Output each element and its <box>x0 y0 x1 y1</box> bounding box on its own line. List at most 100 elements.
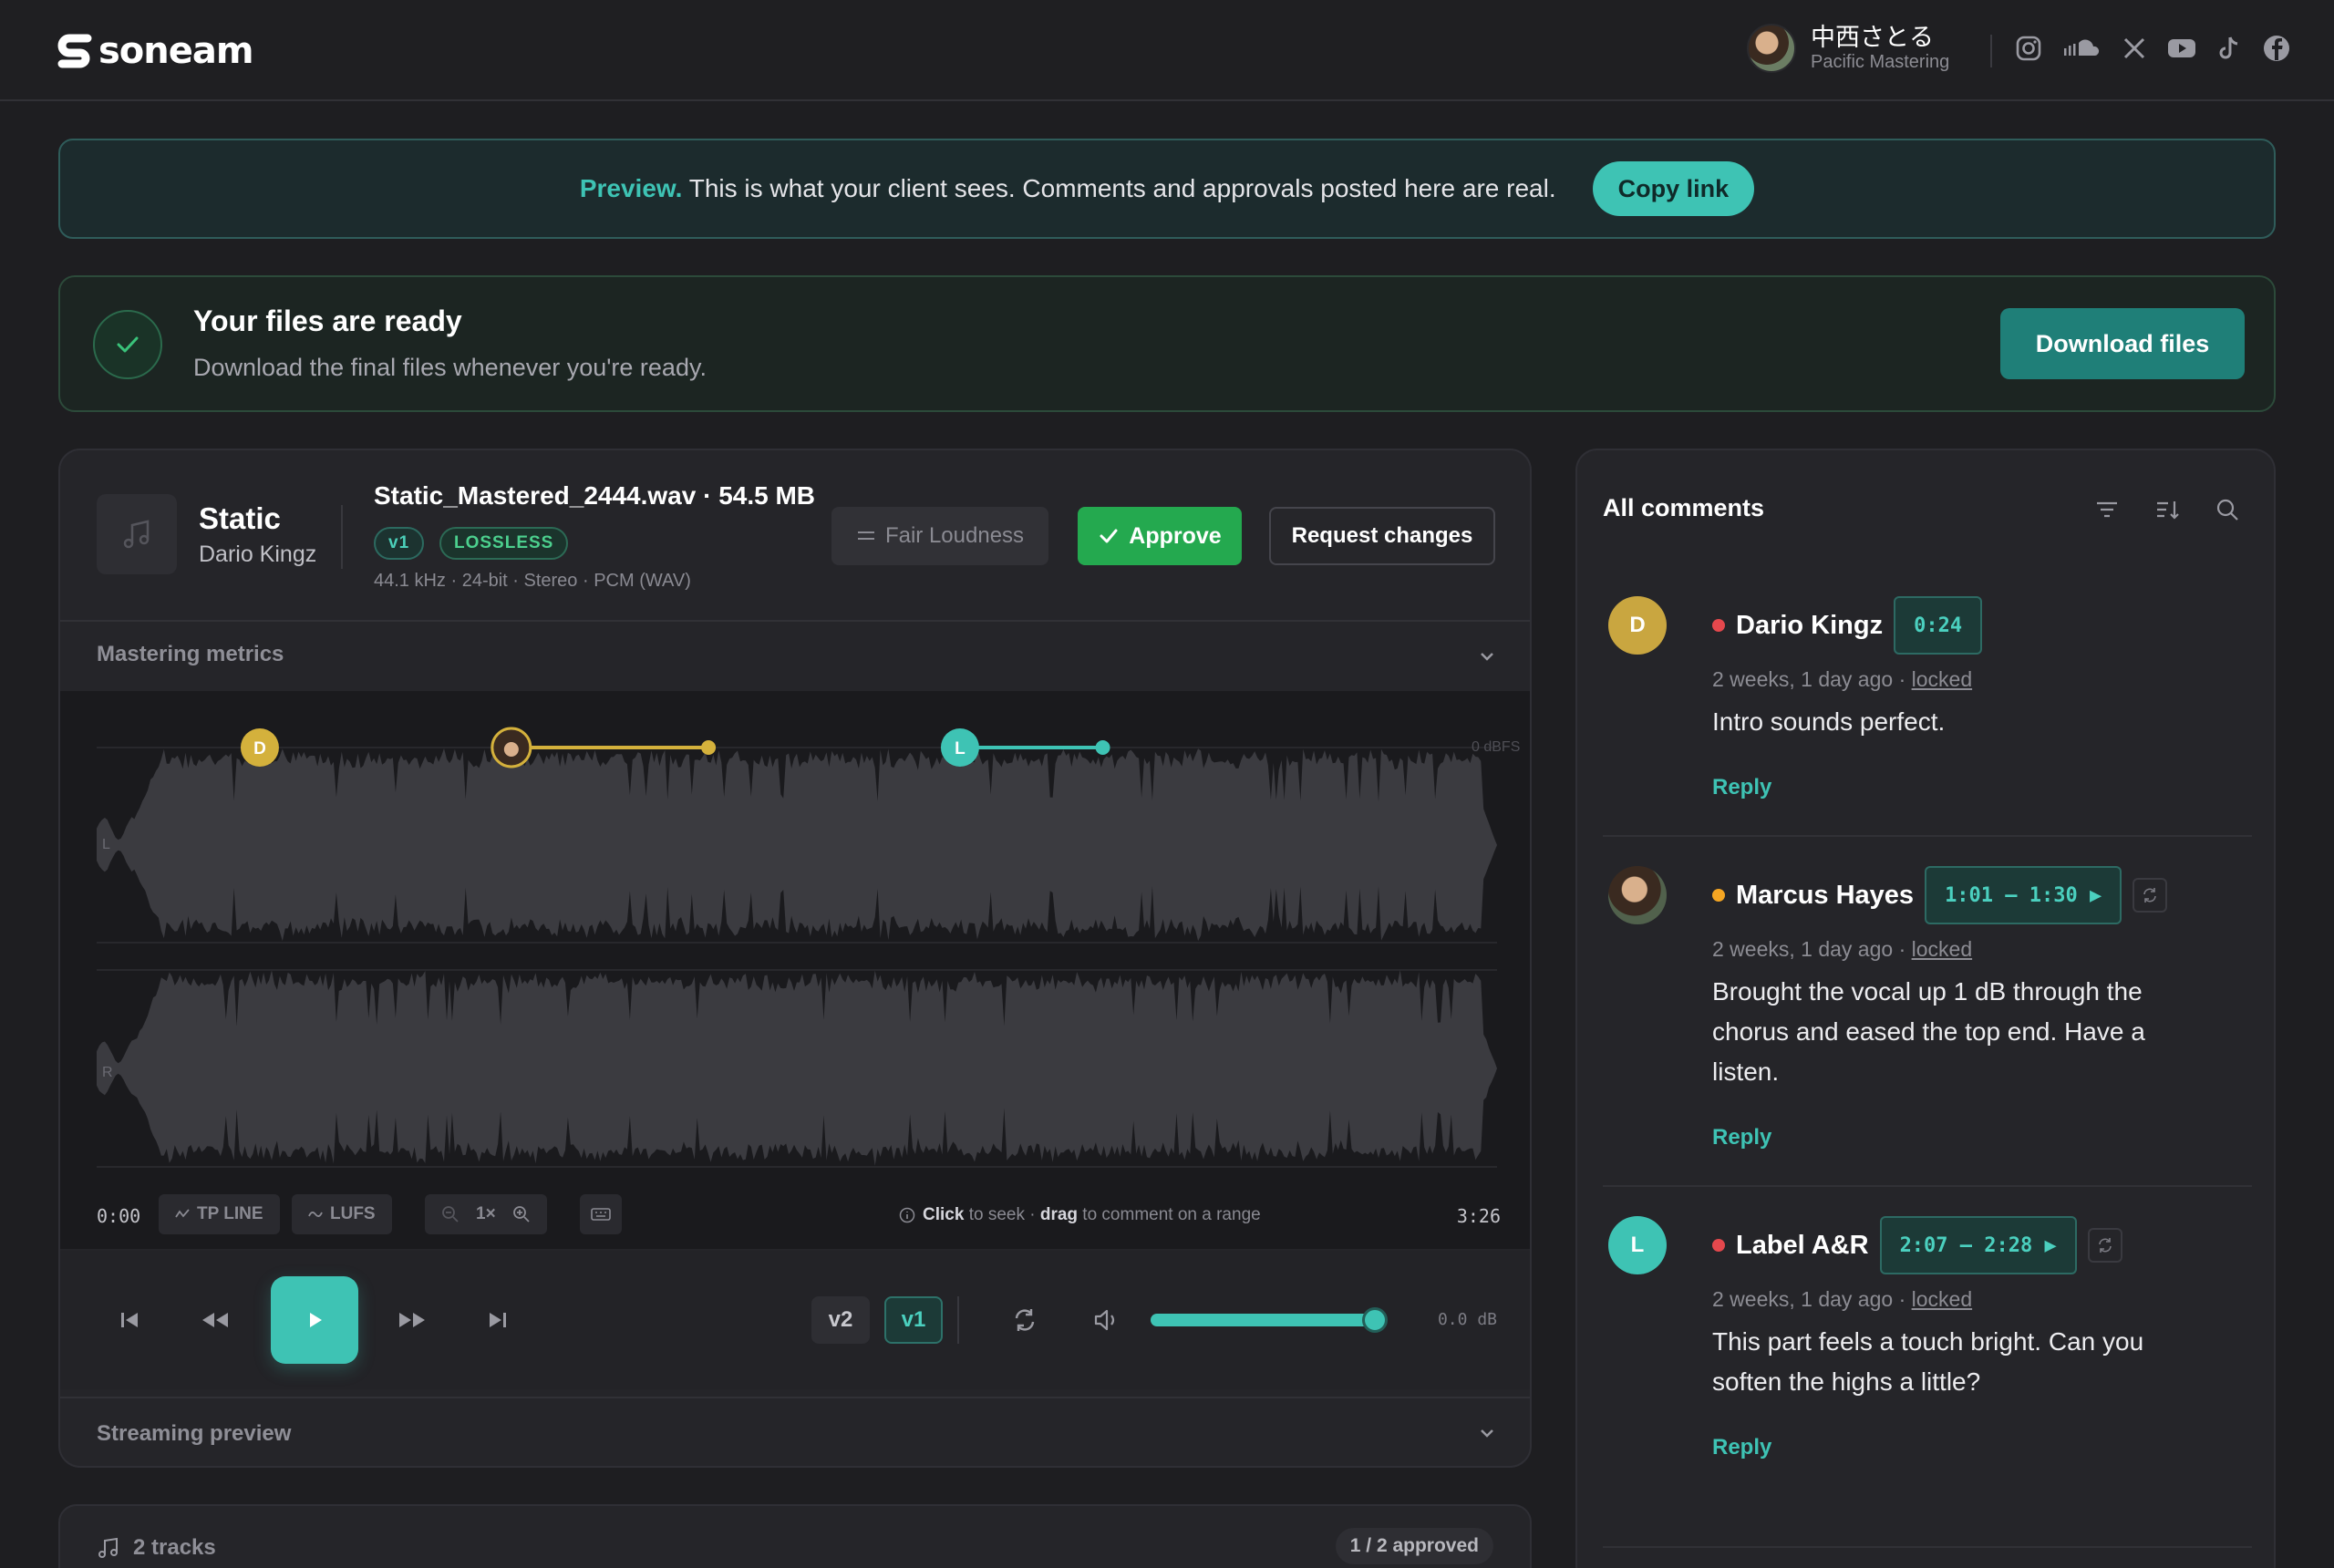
timecode-range-button[interactable]: 2:07 – 2:28 ▶ <box>1879 1216 2077 1274</box>
request-changes-button[interactable]: Request changes <box>1269 507 1495 565</box>
play-button[interactable] <box>271 1276 358 1364</box>
waveform[interactable]: 0 dBFS L R DL 0:00 TP LINE LUFS 1× Click… <box>60 691 1532 1249</box>
rewind-button[interactable] <box>188 1293 243 1347</box>
loop-button[interactable] <box>997 1293 1052 1347</box>
logo[interactable]: soneam <box>57 29 254 73</box>
marker-range-end[interactable] <box>701 740 717 755</box>
left-channel-label: L <box>102 837 110 852</box>
volume-slider[interactable] <box>1151 1307 1388 1333</box>
lufs-toggle[interactable]: LUFS <box>292 1194 392 1234</box>
tp-line-toggle[interactable]: TP LINE <box>159 1194 280 1234</box>
social-links <box>2013 33 2292 64</box>
reply-button[interactable]: Reply <box>1712 1435 1771 1460</box>
comment-state[interactable]: locked <box>1912 1287 1972 1311</box>
music-note-icon <box>98 1537 118 1558</box>
approve-label: Approve <box>1129 522 1222 549</box>
search-icon[interactable] <box>2214 496 2241 523</box>
end-time: 3:26 <box>1456 1205 1501 1227</box>
skip-back-icon <box>121 1313 138 1327</box>
loop-range-button[interactable] <box>2087 1228 2122 1263</box>
dbfs-label: 0 dBFS <box>1472 739 1520 755</box>
chevron-down-icon <box>1481 653 1493 661</box>
comment-state[interactable]: locked <box>1912 937 1972 961</box>
skip-to-end-button[interactable] <box>470 1293 525 1347</box>
avatar <box>1747 24 1796 73</box>
marker-avatar-face <box>503 742 519 757</box>
equals-icon <box>857 531 874 540</box>
mastering-metrics-toggle[interactable]: Mastering metrics <box>60 620 1530 687</box>
tracks-header: 2 tracks <box>97 1535 216 1561</box>
fair-loudness-label: Fair Loudness <box>884 523 1025 548</box>
reply-button[interactable]: Reply <box>1712 1125 1771 1150</box>
comment-time: 2 weeks, 1 day ago · <box>1712 667 1912 691</box>
skip-to-start-button[interactable] <box>102 1293 157 1347</box>
version-v2-button[interactable]: v2 <box>811 1296 870 1344</box>
right-channel-waveform <box>97 970 1497 1166</box>
status-dot <box>1712 889 1725 902</box>
left-channel-waveform <box>97 747 1497 942</box>
filter-icon[interactable] <box>2093 496 2121 523</box>
timecode-range-button[interactable]: 1:01 – 1:30 ▶ <box>1925 866 2122 924</box>
files-ready-card: Your files are ready Download the final … <box>58 275 2276 412</box>
loop-icon <box>1015 1309 1035 1331</box>
comments-panel: All comments D Dario Kingz 0:24 2 weeks,… <box>1575 449 2276 1568</box>
sort-icon[interactable] <box>2153 496 2181 523</box>
info-icon <box>899 1207 915 1223</box>
mastering-metrics-label: Mastering metrics <box>97 642 284 666</box>
x-icon[interactable] <box>2119 33 2150 64</box>
user-profile[interactable]: 中西さとる Pacific Mastering <box>1747 24 1949 73</box>
soundcloud-icon[interactable] <box>2060 33 2102 64</box>
header-divider <box>1990 35 1992 67</box>
status-dot <box>1712 619 1725 632</box>
fast-forward-button[interactable] <box>385 1293 439 1347</box>
comment-divider <box>1603 835 2252 837</box>
streaming-preview-toggle[interactable]: Streaming preview <box>60 1397 1530 1466</box>
approve-button[interactable]: Approve <box>1078 507 1242 565</box>
loop-icon <box>2143 888 2157 903</box>
reply-button[interactable]: Reply <box>1712 775 1771 800</box>
timecode-button[interactable]: 0:24 <box>1894 596 1983 655</box>
fair-loudness-button[interactable]: Fair Loudness <box>831 507 1048 565</box>
version-v1-button[interactable]: v1 <box>884 1296 943 1344</box>
comment-time: 2 weeks, 1 day ago · <box>1712 1287 1912 1311</box>
tiktok-icon[interactable] <box>2214 33 2245 64</box>
file-name: Static_Mastered_2444.wav · 54.5 MB <box>374 481 816 510</box>
comment-meta: 2 weeks, 1 day ago · locked <box>1712 937 1972 962</box>
comment-body: This part feels a touch bright. Can you … <box>1712 1327 2144 1396</box>
logo-icon <box>57 34 92 68</box>
avatar: L <box>1608 1216 1667 1274</box>
format-info: 44.1 kHz · 24-bit · Stereo · PCM (WAV) <box>374 571 691 591</box>
volume-icon <box>1094 1309 1115 1331</box>
comment-body: Intro sounds perfect. <box>1712 707 1946 736</box>
marker-range-end[interactable] <box>1095 740 1110 755</box>
zoom-out-icon[interactable] <box>441 1205 460 1223</box>
volume-button[interactable] <box>1079 1293 1134 1347</box>
preview-banner: Preview. This is what your client sees. … <box>58 139 2276 239</box>
volume-knob[interactable] <box>1362 1307 1388 1333</box>
preview-message: Preview. This is what your client sees. … <box>580 174 1556 203</box>
zoom-in-icon[interactable] <box>512 1205 531 1223</box>
instagram-icon[interactable] <box>2013 33 2044 64</box>
comment-state[interactable]: locked <box>1912 667 1972 691</box>
avatar: D <box>1608 596 1667 655</box>
download-files-button[interactable]: Download files <box>2000 308 2245 379</box>
ready-title: Your files are ready <box>193 304 462 337</box>
keyboard-shortcuts-button[interactable] <box>580 1194 622 1234</box>
copy-link-button[interactable]: Copy link <box>1592 161 1755 216</box>
facebook-icon[interactable] <box>2261 33 2292 64</box>
fast-forward-icon <box>399 1313 425 1327</box>
waveform-canvas[interactable]: 0 dBFS L R D L <box>60 691 1532 1183</box>
gain-readout: 0.0 dB <box>1437 1310 1497 1329</box>
comment-time: 2 weeks, 1 day ago · <box>1712 937 1912 961</box>
comment-author: Dario Kingz <box>1736 610 1884 640</box>
tracks-count: 2 tracks <box>133 1535 216 1560</box>
keyboard-icon <box>591 1208 611 1221</box>
comment-author: Marcus Hayes <box>1736 880 1915 910</box>
youtube-icon[interactable] <box>2166 33 2197 64</box>
zoom-control: 1× <box>425 1194 547 1234</box>
hint-mid: to seek · <box>964 1205 1040 1224</box>
loop-range-button[interactable] <box>2133 878 2168 913</box>
volume-track[interactable] <box>1151 1307 1388 1333</box>
chevron-down-icon <box>1481 1429 1493 1438</box>
comment-author: Label A&R <box>1736 1230 1869 1260</box>
